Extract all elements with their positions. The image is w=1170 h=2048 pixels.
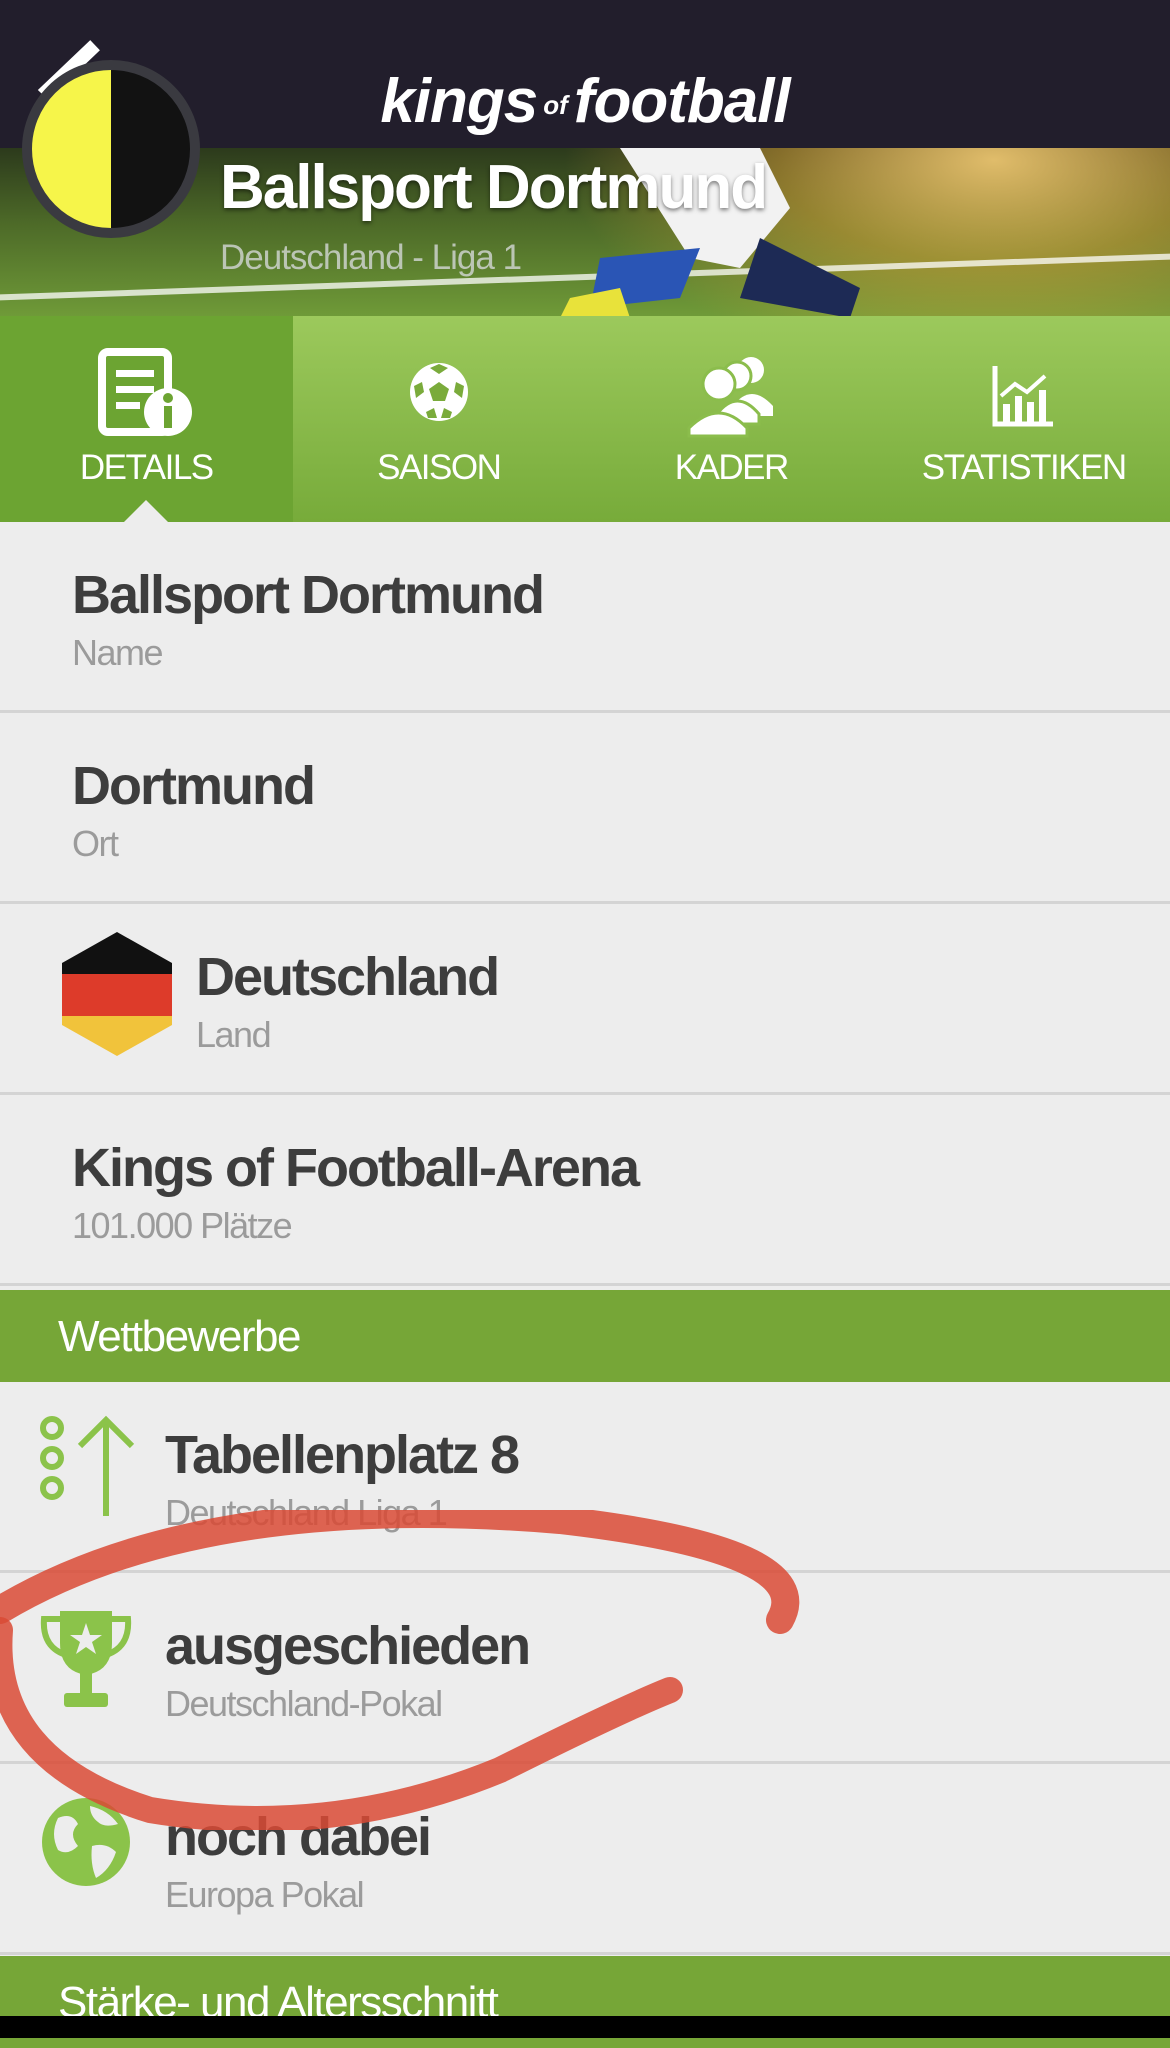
- tab-label: STATISTIKEN: [878, 448, 1170, 488]
- detail-row-city: Dortmund Ort: [0, 713, 1170, 904]
- stadium-value: Kings of Football-Arena: [72, 1137, 638, 1199]
- tab-details[interactable]: DETAILS: [0, 316, 293, 522]
- table-position-icon: [36, 1412, 136, 1522]
- tab-label: KADER: [585, 448, 878, 488]
- city-label: Ort: [72, 823, 118, 865]
- active-tab-indicator: [124, 500, 168, 522]
- team-icon: [681, 346, 781, 438]
- competition-subtitle: Deutschland-Pokal: [165, 1683, 442, 1725]
- germany-flag-icon: [62, 932, 172, 1056]
- stadium-capacity: 101.000 Plätze: [72, 1205, 291, 1247]
- club-league: Deutschland - Liga 1: [220, 238, 521, 278]
- globe-icon: [38, 1794, 134, 1890]
- soccer-ball-icon: [404, 346, 474, 438]
- tab-label: DETAILS: [0, 448, 293, 488]
- competition-row-cup[interactable]: ausgeschieden Deutschland-Pokal: [0, 1573, 1170, 1764]
- trophy-icon: [38, 1605, 134, 1715]
- detail-row-stadium: Kings of Football-Arena 101.000 Plätze: [0, 1095, 1170, 1286]
- competition-subtitle: Deutschland Liga 1: [165, 1492, 446, 1534]
- section-header-competitions: Wettbewerbe: [0, 1290, 1170, 1382]
- tab-statistiken[interactable]: STATISTIKEN: [878, 316, 1170, 522]
- club-name-value: Ballsport Dortmund: [72, 564, 543, 626]
- competition-row-europe[interactable]: noch dabei Europa Pokal: [0, 1764, 1170, 1955]
- competition-title: ausgeschieden: [165, 1615, 529, 1677]
- statistics-icon: [989, 346, 1059, 438]
- country-label: Land: [196, 1014, 270, 1056]
- city-value: Dortmund: [72, 755, 314, 817]
- tab-saison[interactable]: SAISON: [293, 316, 586, 522]
- competition-row-league[interactable]: Tabellenplatz 8 Deutschland Liga 1: [0, 1382, 1170, 1573]
- competition-subtitle: Europa Pokal: [165, 1874, 363, 1916]
- country-value: Deutschland: [196, 946, 498, 1008]
- detail-row-name: Ballsport Dortmund Name: [0, 522, 1170, 713]
- club-logo: [22, 60, 200, 238]
- club-name: Ballsport Dortmund: [220, 152, 766, 223]
- tab-bar: DETAILS SAISON KADER: [0, 316, 1170, 522]
- club-name-label: Name: [72, 632, 162, 674]
- competition-title: noch dabei: [165, 1806, 430, 1868]
- tab-kader[interactable]: KADER: [585, 316, 878, 522]
- bottom-edge: [0, 2016, 1170, 2038]
- details-icon: [96, 346, 196, 438]
- detail-row-country: Deutschland Land: [0, 904, 1170, 1095]
- tab-label: SAISON: [293, 448, 586, 488]
- competition-title: Tabellenplatz 8: [165, 1424, 518, 1486]
